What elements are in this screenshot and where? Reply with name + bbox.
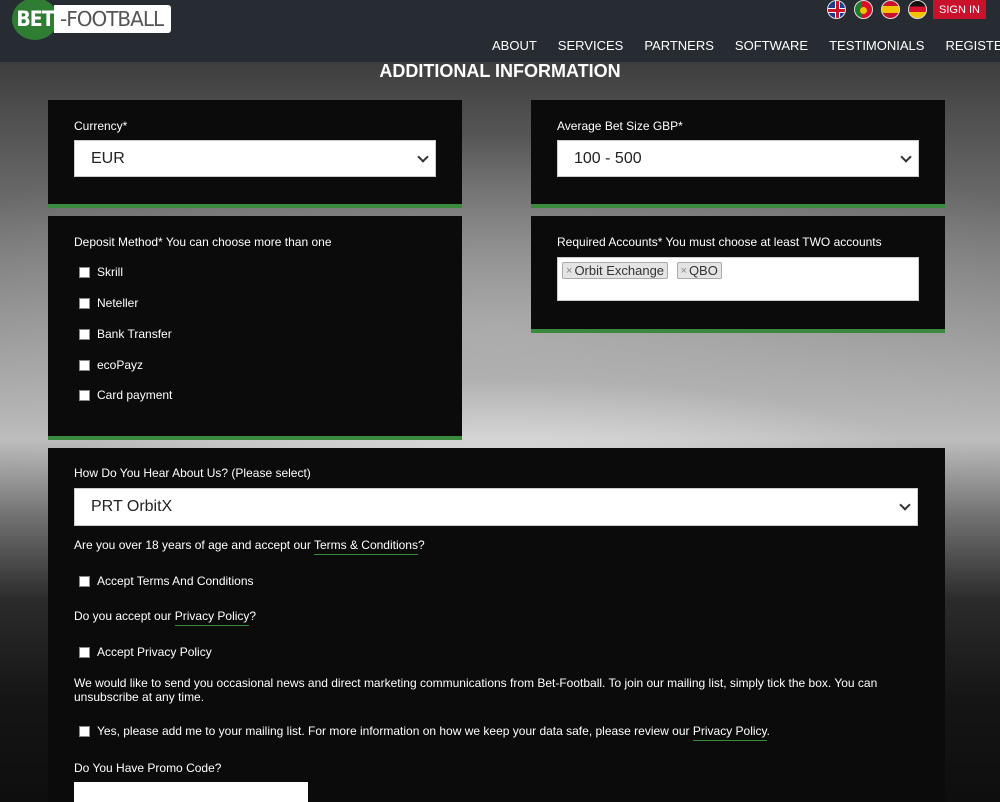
checkbox[interactable]: [79, 725, 90, 737]
nav-partners[interactable]: PARTNERS: [644, 38, 714, 53]
terms-link[interactable]: Terms & Conditions: [313, 538, 418, 555]
accept-terms-checkbox[interactable]: Accept Terms And Conditions: [79, 574, 254, 588]
account-tag[interactable]: × Orbit Exchange: [562, 262, 669, 279]
accept-privacy-checkbox[interactable]: Accept Privacy Policy: [79, 645, 212, 659]
nav-software[interactable]: SOFTWARE: [735, 38, 808, 53]
checkbox[interactable]: [79, 359, 90, 371]
accounts-label: Required Accounts* You must choose at le…: [557, 235, 882, 249]
portugal-flag-icon[interactable]: [854, 0, 873, 19]
privacy-question: Do you accept our Privacy Policy?: [74, 609, 256, 626]
language-flags: [827, 0, 927, 19]
remove-tag-icon[interactable]: ×: [681, 265, 687, 277]
checkbox[interactable]: [79, 328, 90, 340]
checkbox[interactable]: [79, 266, 90, 278]
bet-size-select[interactable]: 100 - 500: [557, 140, 919, 177]
currency-select[interactable]: EUR: [74, 140, 436, 177]
remove-tag-icon[interactable]: ×: [566, 265, 572, 277]
checkbox[interactable]: [79, 389, 90, 401]
nav-services[interactable]: SERVICES: [558, 38, 624, 53]
germany-flag-icon[interactable]: [908, 0, 927, 19]
nav-testimonials[interactable]: TESTIMONIALS: [829, 38, 924, 53]
privacy-link[interactable]: Privacy Policy: [692, 724, 767, 741]
marketing-text: We would like to send you occasional new…: [74, 676, 878, 704]
deposit-panel: Deposit Method* You can choose more than…: [48, 216, 462, 440]
logo-mark: BET: [12, 0, 58, 40]
promo-label: Do You Have Promo Code?: [74, 761, 222, 775]
deposit-option-bank-transfer[interactable]: Bank Transfer: [79, 327, 172, 341]
logo-text: -FOOTBALL: [54, 5, 172, 33]
bet-size-value: 100 - 500: [574, 149, 642, 167]
sign-in-button[interactable]: SIGN IN: [933, 0, 986, 19]
nav-register[interactable]: REGISTER: [945, 38, 1000, 53]
terms-question: Are you over 18 years of age and accept …: [74, 538, 425, 555]
mailing-list-checkbox[interactable]: Yes, please add me to your mailing list.…: [79, 724, 770, 741]
account-tag[interactable]: × QBO: [676, 262, 722, 279]
currency-label: Currency*: [74, 119, 128, 133]
checkbox[interactable]: [79, 297, 90, 309]
consent-panel: How Do You Hear About Us? (Please select…: [48, 448, 945, 802]
accounts-multiselect[interactable]: × Orbit Exchange × QBO: [557, 257, 919, 301]
chevron-down-icon: [900, 151, 912, 163]
currency-value: EUR: [91, 149, 125, 167]
spain-flag-icon[interactable]: [881, 0, 900, 19]
uk-flag-icon[interactable]: [827, 0, 846, 19]
accounts-panel: Required Accounts* You must choose at le…: [531, 216, 945, 333]
hear-about-select[interactable]: PRT OrbitX: [74, 488, 918, 526]
hear-about-value: PRT OrbitX: [91, 498, 173, 515]
checkbox[interactable]: [79, 575, 90, 587]
hear-about-label: How Do You Hear About Us? (Please select…: [74, 466, 311, 480]
bet-football-logo[interactable]: BET -FOOTBALL: [12, 0, 172, 40]
bet-size-label: Average Bet Size GBP*: [557, 119, 683, 133]
top-bar: BET -FOOTBALL SIGN IN ABOUT SERVICES PAR…: [0, 0, 1000, 62]
nav-about[interactable]: ABOUT: [492, 38, 537, 53]
bet-size-panel: Average Bet Size GBP* 100 - 500: [531, 100, 945, 208]
deposit-label: Deposit Method* You can choose more than…: [74, 235, 332, 249]
currency-panel: Currency* EUR: [48, 100, 462, 208]
main-nav: ABOUT SERVICES PARTNERS SOFTWARE TESTIMO…: [492, 38, 1000, 53]
deposit-option-ecopayz[interactable]: ecoPayz: [79, 358, 143, 372]
chevron-down-icon: [899, 499, 911, 511]
chevron-down-icon: [417, 151, 429, 163]
promo-code-input[interactable]: [74, 782, 308, 802]
deposit-option-neteller[interactable]: Neteller: [79, 296, 138, 310]
privacy-link[interactable]: Privacy Policy: [174, 609, 250, 626]
deposit-option-card-payment[interactable]: Card payment: [79, 388, 172, 402]
checkbox[interactable]: [79, 646, 90, 658]
deposit-option-skrill[interactable]: Skrill: [79, 265, 123, 279]
page-title: ADDITIONAL INFORMATION: [379, 61, 621, 81]
